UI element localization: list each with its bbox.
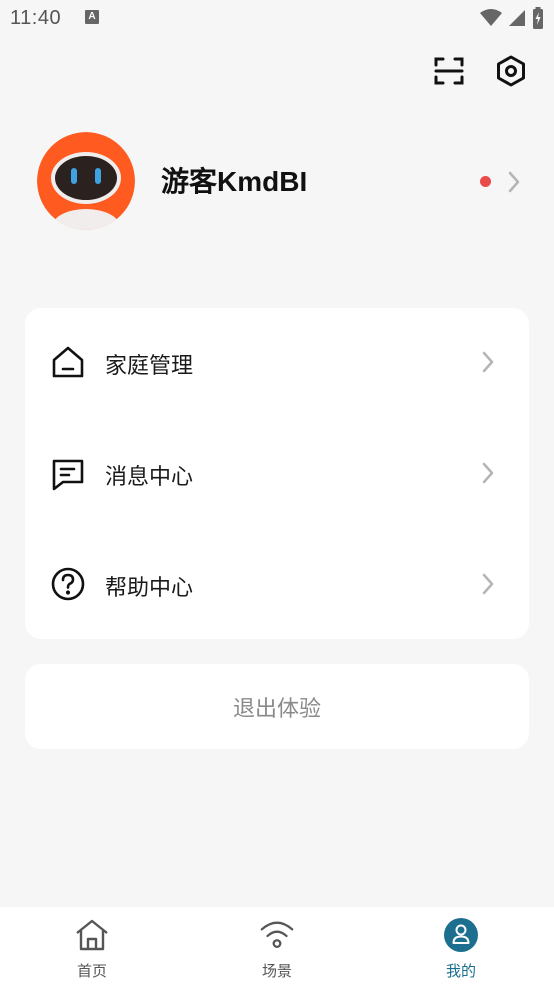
- home-icon: [76, 919, 108, 951]
- tab-home[interactable]: 首页: [32, 907, 152, 984]
- menu-item-family-management[interactable]: 家庭管理: [25, 308, 529, 418]
- cell-signal-icon: [509, 10, 525, 26]
- tab-scenes[interactable]: 场景: [217, 907, 337, 984]
- battery-icon: [533, 7, 543, 29]
- menu-item-label: 消息中心: [105, 464, 194, 489]
- menu-item-label: 帮助中心: [105, 575, 194, 600]
- scan-icon: [434, 57, 464, 85]
- message-icon: [52, 459, 84, 491]
- chevron-right-icon: [482, 573, 494, 595]
- chevron-right-icon: [482, 462, 494, 484]
- tab-mine[interactable]: 我的: [401, 907, 521, 984]
- scan-button[interactable]: [432, 54, 466, 88]
- status-icons: [480, 7, 544, 29]
- status-bar: 11:40 A: [0, 0, 554, 38]
- chevron-right-icon: [482, 351, 494, 373]
- settings-button[interactable]: [494, 54, 528, 88]
- home-icon: [52, 346, 84, 378]
- wifi-icon: [260, 921, 294, 948]
- tab-label: 场景: [261, 963, 292, 980]
- help-icon: [51, 567, 85, 601]
- menu-item-help-center[interactable]: 帮助中心: [25, 529, 529, 639]
- menu-card: 家庭管理 消息中心 帮助中心: [25, 308, 529, 639]
- tab-label: 我的: [445, 963, 476, 980]
- status-time: 11:40: [10, 7, 62, 29]
- wifi-signal-icon: [480, 9, 502, 26]
- notification-icon: A: [85, 10, 99, 24]
- username[interactable]: 游客KmdBI: [161, 160, 307, 200]
- menu-item-message-center[interactable]: 消息中心: [25, 418, 529, 528]
- menu-item-label: 家庭管理: [105, 353, 194, 378]
- settings-icon: [497, 55, 525, 87]
- user-icon: [444, 918, 478, 952]
- tab-label: 首页: [76, 963, 107, 980]
- chevron-right-icon[interactable]: [503, 170, 523, 194]
- unread-indicator: [480, 176, 491, 187]
- bottom-navigation: 首页 场景 我的: [0, 907, 554, 984]
- avatar[interactable]: [37, 132, 135, 230]
- logout-button[interactable]: 退出体验: [25, 664, 529, 749]
